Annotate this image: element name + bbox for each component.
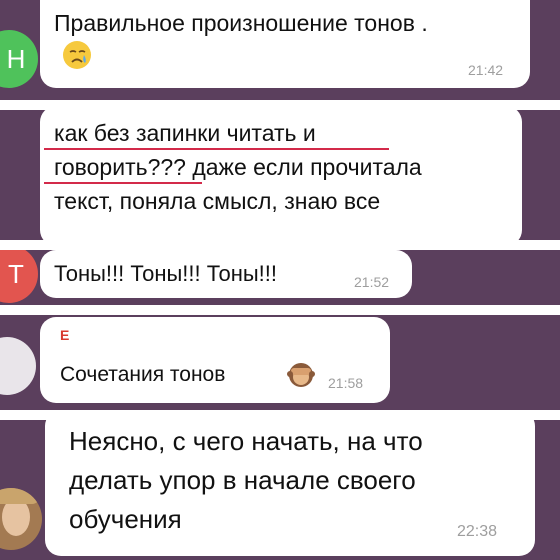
chat-strip-1: Н Правильное произношение тонов . 21:42 [0,0,560,100]
screenshot-divider [0,100,560,110]
avatar-hair [0,488,40,504]
avatar[interactable] [0,337,36,395]
message-line: Неясно, с чего начать, на что [69,426,423,456]
screenshot-divider [0,410,560,420]
message-text: Сочетания тонов [60,363,226,386]
see-no-evil-monkey-icon [287,363,315,387]
message-time: 21:52 [354,274,390,290]
chat-strip-3: Т Тоны!!! Тоны!!! Тоны!!! 21:52 [0,250,560,305]
message-line: текст, поняла смысл, знаю все [54,188,381,214]
text-underline [44,148,389,150]
message-line: говорить??? даже если прочитала [54,154,422,180]
sender-name: Е [60,327,70,343]
message-time: 22:38 [457,523,498,540]
chat-strip-5: Неясно, с чего начать, на что делать упо… [0,420,560,560]
message-bubble[interactable]: Правильное произношение тонов . 21:42 [40,0,530,88]
message-line: обучения [69,504,182,534]
chat-strip-2: как без запинки читать и говорить??? даж… [0,110,560,240]
avatar-initial: Н [6,43,26,74]
crying-face-icon [63,41,91,69]
text-underline [44,182,202,184]
avatar-initial: Т [8,258,24,289]
avatar[interactable] [0,488,42,550]
message-bubble[interactable]: Неясно, с чего начать, на что делать упо… [45,420,535,556]
message-bubble[interactable]: Тоны!!! Тоны!!! Тоны!!! 21:52 [40,250,412,298]
chat-strip-4: Е Сочетания тонов 21:58 [0,315,560,410]
screenshot-divider [0,240,560,250]
message-text: Правильное произношение тонов . [54,10,428,36]
message-line: как без запинки читать и [54,120,316,146]
message-text: Тоны!!! Тоны!!! Тоны!!! [54,261,277,286]
message-bubble[interactable]: как без запинки читать и говорить??? даж… [40,110,522,240]
message-line: делать упор в начале своего [69,465,416,495]
avatar[interactable]: Т [0,250,38,303]
avatar[interactable]: Н [0,30,38,88]
message-time: 21:58 [328,375,364,391]
screenshot-divider [0,305,560,315]
message-bubble[interactable]: Е Сочетания тонов 21:58 [40,317,390,403]
message-time: 21:42 [468,62,504,78]
